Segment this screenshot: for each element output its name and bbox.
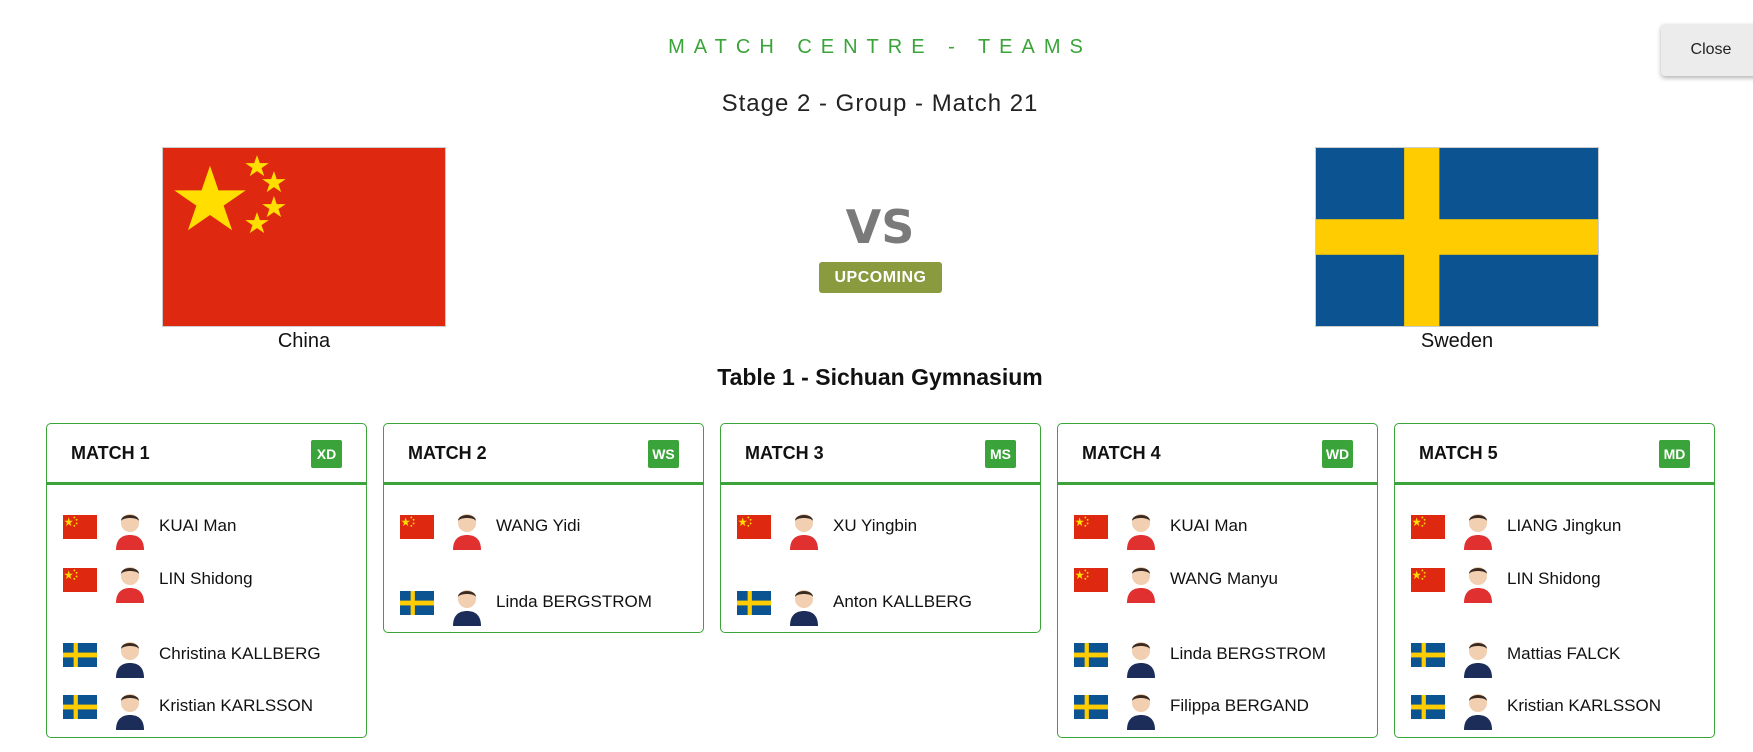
player-avatar xyxy=(449,582,485,626)
match-card[interactable]: MATCH 2 WS WANG Yidi Linda BERGSTROM xyxy=(383,423,704,633)
china-flag xyxy=(162,147,446,327)
sweden-flag xyxy=(1411,643,1445,667)
match-title: MATCH 1 xyxy=(71,443,150,463)
player-avatar xyxy=(449,506,485,550)
player-name: Filippa BERGAND xyxy=(1170,696,1309,715)
player-name: WANG Manyu xyxy=(1170,569,1279,588)
match-title: MATCH 4 xyxy=(1082,443,1161,463)
player-name: Linda BERGSTROM xyxy=(496,592,652,611)
match-type-badge: MD xyxy=(1659,440,1690,468)
match-type-badge: WD xyxy=(1322,440,1353,468)
player-name: Christina KALLBERG xyxy=(159,644,321,663)
away-team-name: Sweden xyxy=(1420,330,1494,352)
player-row[interactable]: Linda BERGSTROM xyxy=(400,582,690,626)
player-avatar xyxy=(112,634,148,678)
player-row[interactable]: Anton KALLBERG xyxy=(737,582,1027,626)
player-row[interactable]: XU Yingbin xyxy=(737,506,1027,550)
player-name: XU Yingbin xyxy=(833,516,918,535)
match-type-badge: WS xyxy=(648,440,679,468)
china-flag xyxy=(63,515,97,539)
match-card-header: MATCH 4 WD xyxy=(1058,424,1377,485)
page-title: MATCH CENTRE - TEAMS xyxy=(668,36,1092,58)
match-type-badge: MS xyxy=(985,440,1016,468)
player-name: Linda BERGSTROM xyxy=(1170,644,1326,663)
china-flag xyxy=(1074,568,1108,592)
match-card-header: MATCH 2 WS xyxy=(384,424,703,485)
player-avatar xyxy=(1460,559,1496,603)
player-avatar xyxy=(786,506,822,550)
sweden-flag xyxy=(1074,695,1108,719)
match-title: MATCH 5 xyxy=(1419,443,1498,463)
match-title: MATCH 2 xyxy=(408,443,487,463)
player-row[interactable]: Mattias FALCK xyxy=(1411,634,1701,678)
player-name: Anton KALLBERG xyxy=(833,592,972,611)
player-name: LIN Shidong xyxy=(1507,569,1601,588)
player-name: WANG Yidi xyxy=(496,516,581,535)
player-row[interactable]: WANG Manyu xyxy=(1074,559,1364,603)
player-row[interactable]: WANG Yidi xyxy=(400,506,690,550)
match-card-header: MATCH 3 MS xyxy=(721,424,1040,485)
player-row[interactable]: LIANG Jingkun xyxy=(1411,506,1701,550)
status-badge: UPCOMING xyxy=(819,262,942,293)
match-card[interactable]: MATCH 5 MD LIANG Jingkun LIN Shidong Matt… xyxy=(1394,423,1715,738)
player-avatar xyxy=(112,506,148,550)
player-avatar xyxy=(1460,634,1496,678)
player-row[interactable]: KUAI Man xyxy=(63,506,353,550)
match-subtitle: Stage 2 - Group - Match 21 xyxy=(721,90,1039,117)
match-card-header: MATCH 1 XD xyxy=(47,424,366,485)
sweden-flag xyxy=(1074,643,1108,667)
player-avatar xyxy=(1123,506,1159,550)
sweden-flag xyxy=(63,695,97,719)
player-name: Kristian KARLSSON xyxy=(159,696,313,715)
venue-label: Table 1 - Sichuan Gymnasium xyxy=(717,364,1043,390)
player-row[interactable]: Linda BERGSTROM xyxy=(1074,634,1364,678)
sweden-flag xyxy=(1315,147,1599,327)
china-flag xyxy=(63,568,97,592)
player-avatar xyxy=(1123,634,1159,678)
match-title: MATCH 3 xyxy=(745,443,824,463)
match-card[interactable]: MATCH 1 XD KUAI Man LIN Shidong Christina… xyxy=(46,423,367,738)
close-button[interactable]: Close xyxy=(1661,24,1753,76)
player-name: KUAI Man xyxy=(159,516,237,535)
player-row[interactable]: Kristian KARLSSON xyxy=(1411,686,1701,730)
player-avatar xyxy=(1460,686,1496,730)
vs-label: VS xyxy=(845,200,915,254)
sweden-flag xyxy=(63,643,97,667)
player-avatar xyxy=(786,582,822,626)
match-type-badge: XD xyxy=(311,440,342,468)
sweden-flag xyxy=(1411,695,1445,719)
player-name: Mattias FALCK xyxy=(1507,644,1621,663)
player-avatar xyxy=(112,686,148,730)
player-row[interactable]: LIN Shidong xyxy=(63,559,353,603)
match-card[interactable]: MATCH 4 WD KUAI Man WANG Manyu Linda BERG… xyxy=(1057,423,1378,738)
player-name: Kristian KARLSSON xyxy=(1507,696,1661,715)
china-flag xyxy=(400,515,434,539)
china-flag xyxy=(1074,515,1108,539)
sweden-flag xyxy=(400,591,434,615)
player-name: KUAI Man xyxy=(1170,516,1248,535)
player-name: LIN Shidong xyxy=(159,569,253,588)
china-flag xyxy=(737,515,771,539)
player-avatar xyxy=(1123,559,1159,603)
match-card-header: MATCH 5 MD xyxy=(1395,424,1714,485)
player-avatar xyxy=(112,559,148,603)
match-card[interactable]: MATCH 3 MS XU Yingbin Anton KALLBERG xyxy=(720,423,1041,633)
sweden-flag xyxy=(737,591,771,615)
player-row[interactable]: Kristian KARLSSON xyxy=(63,686,353,730)
player-avatar xyxy=(1123,686,1159,730)
player-row[interactable]: Christina KALLBERG xyxy=(63,634,353,678)
china-flag xyxy=(1411,568,1445,592)
player-row[interactable]: Filippa BERGAND xyxy=(1074,686,1364,730)
home-team-name: China xyxy=(277,330,331,352)
player-row[interactable]: LIN Shidong xyxy=(1411,559,1701,603)
player-name: LIANG Jingkun xyxy=(1507,516,1622,535)
player-row[interactable]: KUAI Man xyxy=(1074,506,1364,550)
player-avatar xyxy=(1460,506,1496,550)
china-flag xyxy=(1411,515,1445,539)
